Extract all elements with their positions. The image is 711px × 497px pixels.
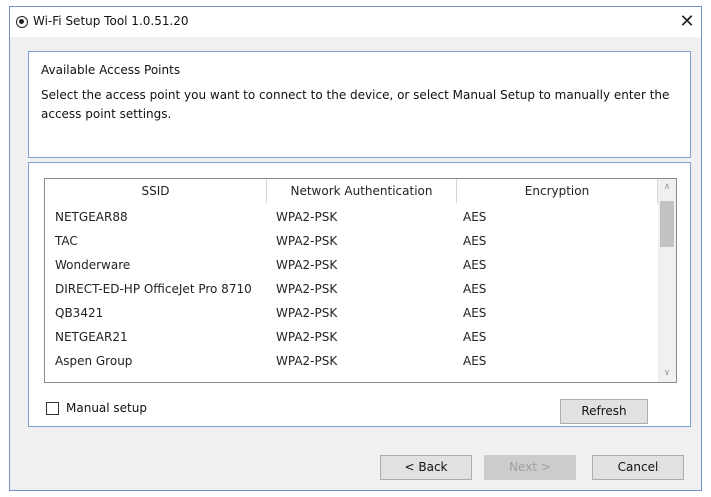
section-description: Select the access point you want to conn… [41,88,670,121]
auth-cell: WPA2-PSK [276,354,338,368]
header-panel: Available Access Points Select the acces… [28,51,691,158]
auth-cell: WPA2-PSK [276,330,338,344]
encryption-cell: AES [463,330,487,344]
auth-cell: WPA2-PSK [276,210,338,224]
refresh-button[interactable]: Refresh [560,399,648,424]
access-point-rows: NETGEAR88 WPA2-PSK AES TAC WPA2-PSK AES … [45,205,658,373]
ssid-cell: NETGEAR21 [55,330,128,344]
table-row[interactable]: QB3421 WPA2-PSK AES [45,301,658,325]
table-row[interactable]: NETGEAR88 WPA2-PSK AES [45,205,658,229]
encryption-cell: AES [463,282,487,296]
column-header-network-authentication[interactable]: Network Authentication [267,179,457,203]
chevron-up-icon[interactable]: ∧ [658,179,676,196]
section-title: Available Access Points [41,63,181,77]
app-logo-icon [16,16,28,28]
close-button[interactable]: ✕ [673,7,701,37]
encryption-cell: AES [463,234,487,248]
ssid-cell: QB3421 [55,306,104,320]
encryption-cell: AES [463,210,487,224]
encryption-cell: AES [463,354,487,368]
chevron-down-icon[interactable]: ∨ [658,365,676,382]
column-header-ssid[interactable]: SSID [45,179,267,203]
auth-cell: WPA2-PSK [276,282,338,296]
ssid-cell: TAC [55,234,78,248]
manual-setup-checkbox[interactable] [46,402,59,415]
access-points-panel: SSID Network Authentication Encryption N… [28,162,691,427]
table-row[interactable]: Aspen Group WPA2-PSK AES [45,349,658,373]
table-row[interactable]: NETGEAR21 WPA2-PSK AES [45,325,658,349]
auth-cell: WPA2-PSK [276,234,338,248]
table-row[interactable]: Wonderware WPA2-PSK AES [45,253,658,277]
vertical-scrollbar[interactable]: ∧ ∨ [658,179,676,382]
ssid-cell: Aspen Group [55,354,133,368]
column-header-encryption[interactable]: Encryption [457,179,658,203]
ssid-cell: DIRECT-ED-HP OfficeJet Pro 8710 [55,282,252,296]
cancel-button[interactable]: Cancel [592,455,684,480]
manual-setup-label[interactable]: Manual setup [66,401,147,415]
table-row[interactable]: DIRECT-ED-HP OfficeJet Pro 8710 WPA2-PSK… [45,277,658,301]
encryption-cell: AES [463,258,487,272]
scrollbar-thumb[interactable] [660,201,674,247]
setup-window: Wi-Fi Setup Tool 1.0.51.20 ✕ Available A… [9,6,702,491]
back-button[interactable]: < Back [380,455,472,480]
ssid-cell: Wonderware [55,258,131,272]
title-bar: Wi-Fi Setup Tool 1.0.51.20 ✕ [10,7,701,37]
window-title: Wi-Fi Setup Tool 1.0.51.20 [33,14,189,28]
auth-cell: WPA2-PSK [276,258,338,272]
access-point-list[interactable]: SSID Network Authentication Encryption N… [44,178,677,383]
auth-cell: WPA2-PSK [276,306,338,320]
encryption-cell: AES [463,306,487,320]
table-row[interactable]: TAC WPA2-PSK AES [45,229,658,253]
ssid-cell: NETGEAR88 [55,210,128,224]
next-button[interactable]: Next > [484,455,576,480]
